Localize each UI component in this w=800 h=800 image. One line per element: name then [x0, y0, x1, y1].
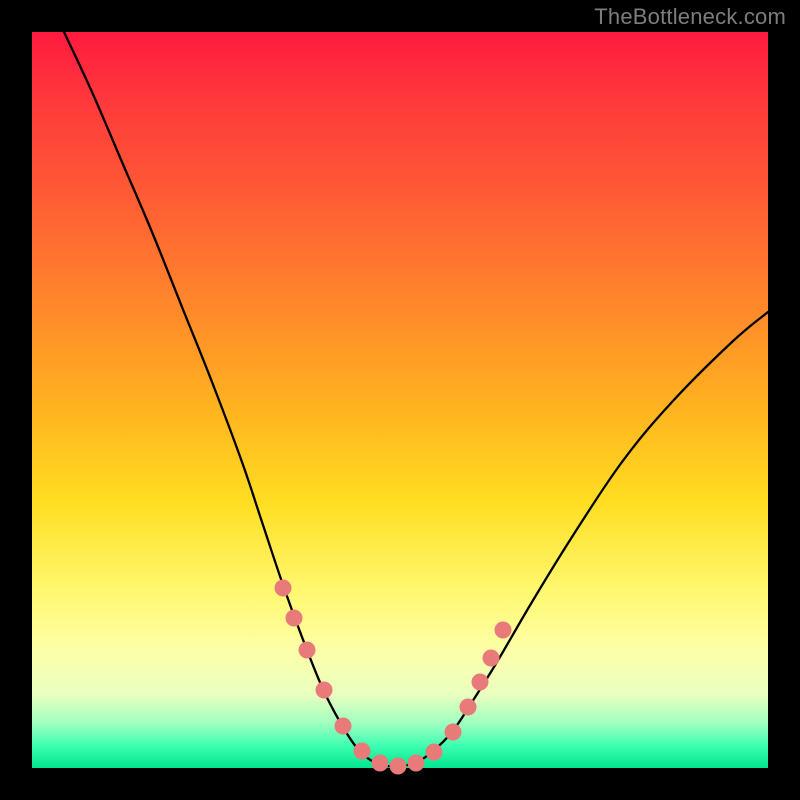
- marker-point: [372, 755, 389, 772]
- marker-point: [354, 743, 371, 760]
- highlight-markers: [275, 580, 512, 775]
- marker-point: [472, 674, 489, 691]
- marker-point: [335, 718, 352, 735]
- bottleneck-curve-path: [64, 32, 768, 767]
- marker-point: [483, 650, 500, 667]
- marker-point: [495, 622, 512, 639]
- bottleneck-chart: [32, 32, 768, 768]
- marker-point: [275, 580, 292, 597]
- marker-point: [426, 744, 443, 761]
- marker-point: [408, 755, 425, 772]
- marker-point: [445, 724, 462, 741]
- marker-point: [286, 610, 303, 627]
- marker-point: [316, 682, 333, 699]
- marker-point: [299, 642, 316, 659]
- marker-point: [460, 699, 477, 716]
- frame-left: [0, 0, 32, 800]
- frame-right: [768, 0, 800, 800]
- marker-point: [390, 758, 407, 775]
- watermark-text: TheBottleneck.com: [594, 4, 786, 30]
